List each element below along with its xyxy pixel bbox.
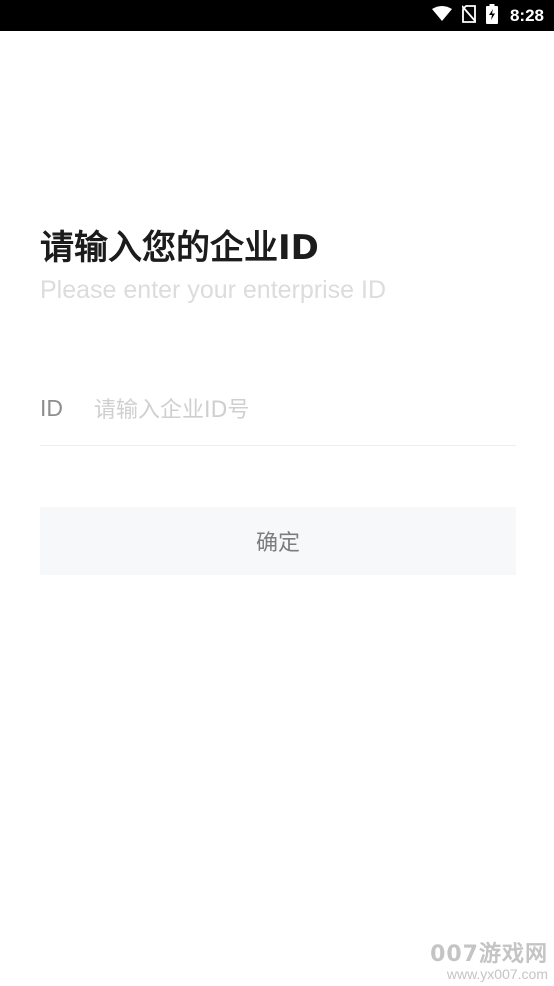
status-bar: 8:28 — [0, 0, 554, 31]
enterprise-id-input[interactable] — [94, 391, 504, 429]
watermark-url-text: www.yx007.com — [446, 966, 548, 982]
watermark-logo: 007游戏网 www.yx007.com — [430, 936, 548, 982]
page-subtitle: Please enter your enterprise ID — [40, 276, 387, 304]
battery-charging-icon — [485, 3, 498, 28]
watermark-main-text: 007游戏网 — [430, 942, 548, 967]
id-label: ID — [40, 395, 63, 421]
confirm-button[interactable]: 确定 — [40, 507, 516, 575]
status-icons: 8:28 — [431, 0, 544, 31]
status-time: 8:28 — [509, 5, 544, 25]
page-title: 请输入您的企业ID — [40, 228, 319, 268]
enterprise-id-field-row: ID — [40, 383, 516, 446]
wifi-icon — [431, 5, 452, 26]
no-sim-icon — [461, 4, 477, 27]
